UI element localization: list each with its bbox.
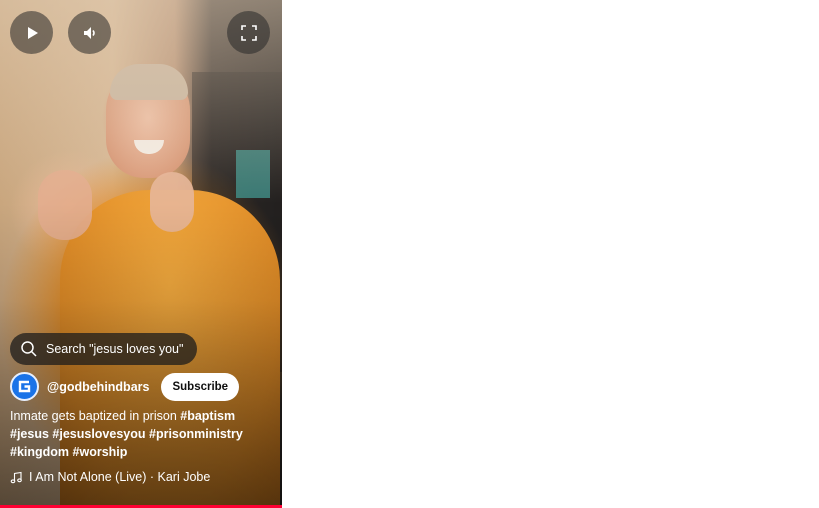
hashtag-link[interactable]: #worship <box>73 445 128 459</box>
hashtag-link[interactable]: #baptism <box>180 409 235 423</box>
channel-row: @godbehindbars Subscribe <box>10 372 240 401</box>
hashtag-link[interactable]: #jesus <box>10 427 49 441</box>
volume-icon <box>83 26 95 39</box>
caption-text: Inmate gets baptized in prison <box>10 409 181 423</box>
video-caption: Inmate gets baptized in prison #baptism … <box>10 407 272 461</box>
play-button[interactable] <box>10 11 53 54</box>
fullscreen-button[interactable] <box>227 11 270 54</box>
search-suggestion-chip[interactable]: Search "jesus loves you" <box>10 333 198 365</box>
subscribe-button[interactable]: Subscribe <box>161 372 240 401</box>
fullscreen-icon <box>240 24 257 41</box>
channel-avatar[interactable] <box>10 372 39 401</box>
music-note-icon <box>10 471 22 483</box>
hashtag-link[interactable]: #kingdom <box>10 445 69 459</box>
channel-handle[interactable]: @godbehindbars <box>47 380 149 394</box>
channel-logo-icon <box>18 380 31 393</box>
play-icon <box>27 26 38 39</box>
volume-button[interactable] <box>68 11 111 54</box>
music-label: I Am Not Alone (Live) · Kari Jobe <box>29 470 211 484</box>
music-link[interactable]: I Am Not Alone (Live) · Kari Jobe <box>10 470 210 484</box>
hashtag-link[interactable]: #jesuslovesyou <box>52 427 145 441</box>
search-icon <box>21 341 37 357</box>
shorts-video-player[interactable]: Search "jesus loves you" @godbehindbars … <box>0 0 282 508</box>
search-suggestion-label: Search "jesus loves you" <box>46 342 184 356</box>
hashtag-link[interactable]: #prisonministry <box>149 427 243 441</box>
